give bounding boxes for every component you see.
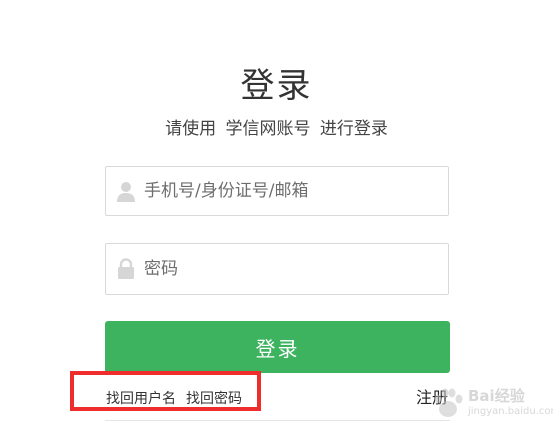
lock-icon: [116, 258, 136, 280]
watermark-text: Bai经验: [468, 387, 525, 405]
login-button[interactable]: 登录: [105, 321, 450, 373]
bottom-divider: [105, 420, 450, 421]
username-input[interactable]: [144, 167, 439, 215]
username-field[interactable]: [105, 166, 449, 216]
page-subtitle: 请使用 学信网账号 进行登录: [165, 119, 388, 139]
user-icon: [116, 181, 136, 203]
baidu-jingyan-watermark: Bai经验 jingyan.baidu.com: [428, 383, 553, 427]
page-title: 登录: [240, 66, 313, 106]
login-page: 登录 请使用 学信网账号 进行登录 登录 找回用户名找回密码 注册: [0, 0, 553, 437]
watermark-url: jingyan.baidu.com: [468, 406, 553, 417]
password-field[interactable]: [105, 243, 449, 295]
password-input[interactable]: [144, 244, 439, 294]
highlight-annotation-box: [70, 371, 261, 411]
paw-icon: [430, 385, 466, 421]
